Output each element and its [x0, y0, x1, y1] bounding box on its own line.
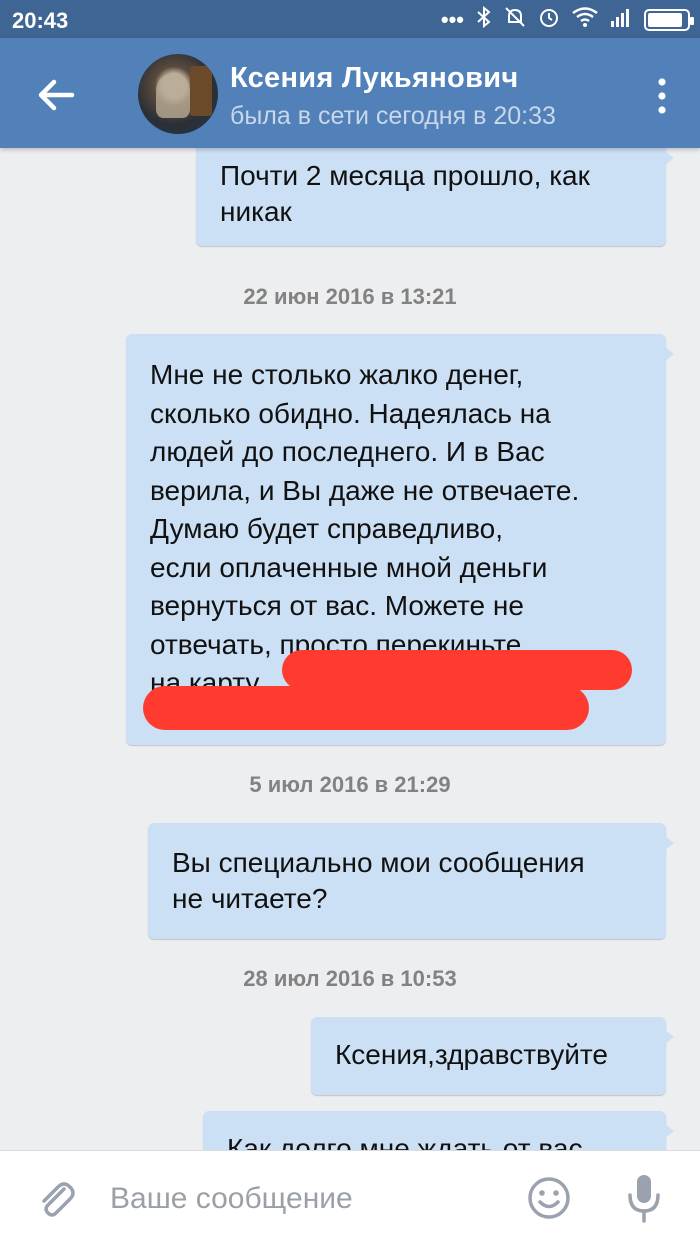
arrow-left-icon [38, 79, 75, 111]
contact-status: была в сети сегодня в 20:33 [230, 102, 556, 130]
smiley-icon [528, 1177, 570, 1219]
microphone-icon [628, 1175, 660, 1223]
redaction-mark [282, 650, 632, 690]
message-input[interactable] [110, 1177, 510, 1221]
message-text: Почти 2 месяца прошло, как никак [220, 160, 590, 227]
redaction-mark [143, 686, 589, 730]
more-menu-button[interactable] [654, 76, 670, 116]
message-list[interactable]: Почти 2 месяца прошло, как никак 22 июн … [0, 148, 700, 1150]
contact-avatar[interactable] [138, 54, 218, 134]
message-text: Вы специально мои сообщения не читаете? [172, 847, 585, 914]
wifi-icon [572, 7, 598, 33]
back-button[interactable] [30, 70, 80, 120]
message-composer [0, 1150, 700, 1244]
more-vertical-icon [658, 78, 666, 114]
voice-button[interactable] [624, 1171, 664, 1225]
emoji-button[interactable] [526, 1175, 572, 1221]
message-text: Ксения,здравствуйте [335, 1039, 608, 1070]
signal-icon [610, 7, 632, 33]
message-bubble[interactable]: Вы специально мои сообщения не читаете? [148, 823, 674, 939]
mute-icon [504, 6, 526, 34]
bluetooth-icon [476, 5, 492, 34]
status-bar: 20:43 ••• [0, 0, 700, 38]
battery-icon [644, 9, 694, 31]
contact-name[interactable]: Ксения Лукьянович [230, 62, 518, 95]
message-bubble[interactable]: Ксения,здравствуйте [311, 1017, 674, 1095]
chat-header: Ксения Лукьянович была в сети сегодня в … [0, 38, 700, 148]
date-separator: 22 июн 2016 в 13:21 [243, 284, 457, 309]
message-bubble[interactable]: Как долго мне ждать от вас [203, 1111, 674, 1150]
dots-icon: ••• [440, 7, 464, 32]
date-separator: 5 июл 2016 в 21:29 [249, 772, 451, 797]
message-text: Как долго мне ждать от вас [227, 1133, 583, 1150]
attach-button[interactable] [34, 1177, 78, 1221]
avatar-figure [156, 74, 190, 118]
date-separator: 28 июл 2016 в 10:53 [243, 966, 457, 991]
alarm-icon [538, 6, 560, 34]
status-icons: ••• [440, 5, 694, 34]
paperclip-icon [42, 1182, 75, 1217]
avatar-frame [190, 66, 212, 116]
status-time: 20:43 [12, 8, 69, 33]
message-bubble[interactable]: Почти 2 месяца прошло, как никак [196, 148, 674, 246]
